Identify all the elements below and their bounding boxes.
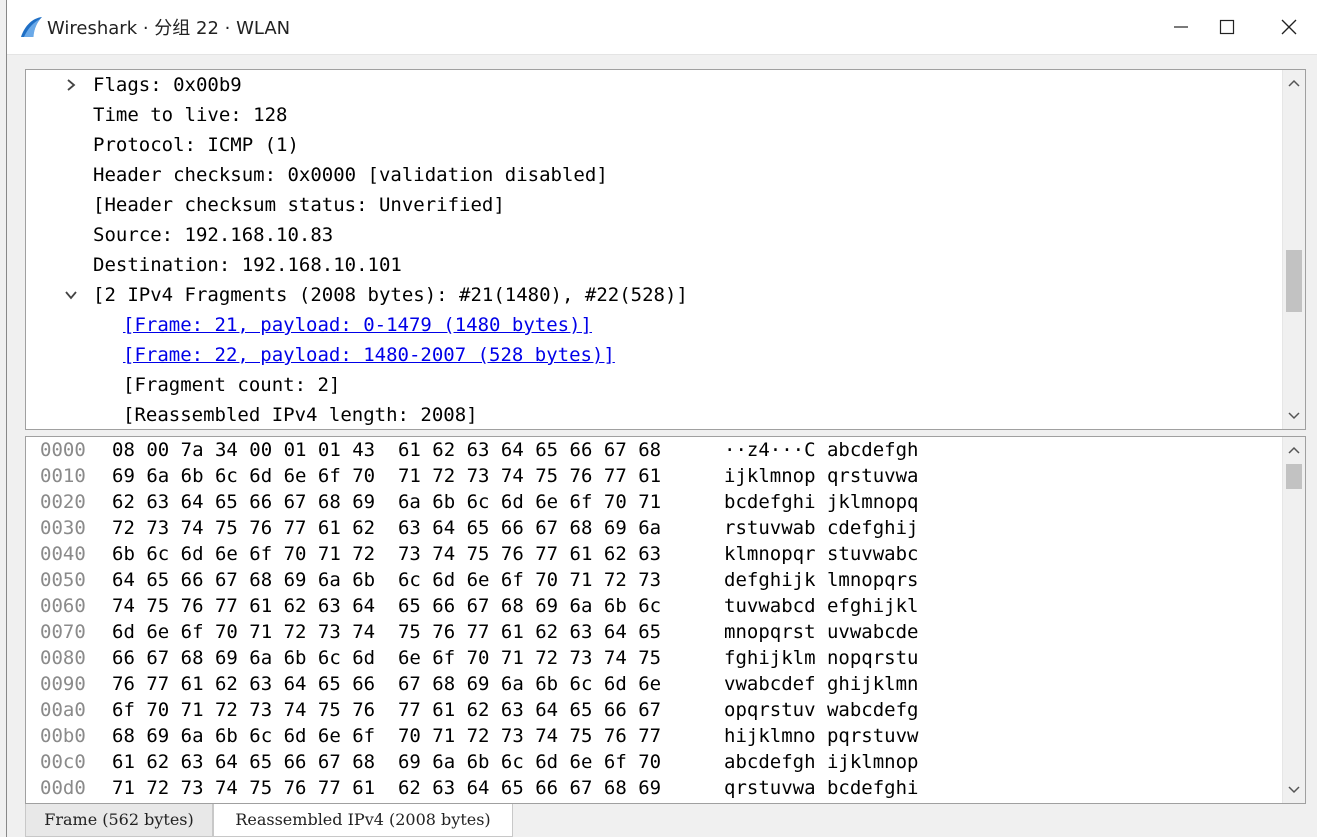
close-button[interactable] [1266,0,1312,54]
hex-ascii[interactable]: hijklmno pqrstuvw [724,723,918,749]
chevron-down-icon [1288,786,1300,794]
close-icon [1281,19,1297,35]
expand-arrow-icon[interactable] [64,78,78,92]
hex-bytes[interactable]: 72 73 74 75 76 77 61 62 63 64 65 66 67 6… [112,515,661,541]
tree-scroll-thumb[interactable] [1286,250,1302,312]
hex-bytes[interactable]: 61 62 63 64 65 66 67 68 69 6a 6b 6c 6d 6… [112,749,661,775]
hex-bytes[interactable]: 6b 6c 6d 6e 6f 70 71 72 73 74 75 76 77 6… [112,541,661,567]
tree-scroll-down-button[interactable] [1283,405,1305,427]
hex-ascii[interactable]: defghijk lmnopqrs [724,567,918,593]
hex-bytes[interactable]: 6f 70 71 72 73 74 75 76 77 61 62 63 64 6… [112,697,661,723]
hex-ascii[interactable]: ··z4···C abcdefgh [724,437,918,463]
hex-bytes[interactable]: 74 75 76 77 61 62 63 64 65 66 67 68 69 6… [112,593,661,619]
tree-item[interactable]: Protocol: ICMP (1) [93,130,299,160]
hex-ascii[interactable]: abcdefgh ijklmnop [724,749,918,775]
chevron-down-icon [1288,412,1300,420]
hex-ascii[interactable]: tuvwabcd efghijkl [724,593,918,619]
tree-item[interactable]: Destination: 192.168.10.101 [93,250,402,280]
tree-scrollbar[interactable] [1282,70,1305,429]
tree-link-item[interactable]: [Frame: 21, payload: 0-1479 (1480 bytes)… [123,310,592,340]
hex-bytes[interactable]: 69 6a 6b 6c 6d 6e 6f 70 71 72 73 74 75 7… [112,463,661,489]
maximize-button[interactable] [1204,0,1250,54]
tab-frame[interactable]: Frame (562 bytes) [25,804,213,837]
hex-offset: 00d0 [40,777,86,799]
hex-offset: 0030 [40,517,86,539]
packet-detail-tree[interactable]: Flags: 0x00b9 Time to live: 128 Protocol: … [25,69,1306,430]
minimize-icon [1174,26,1188,28]
tree-item[interactable]: [Reassembled IPv4 length: 2008] [123,400,478,429]
tree-item[interactable]: [Header checksum status: Unverified] [93,190,505,220]
hex-offset: 0040 [40,543,86,565]
hex-ascii[interactable]: bcdefghi jklmnopq [724,489,918,515]
packet-bytes-pane[interactable]: 0000 08 00 7a 34 00 01 01 43 61 62 63 64 … [25,436,1306,804]
hex-offset: 0050 [40,569,86,591]
hex-offset: 0070 [40,621,86,643]
hex-offset: 0010 [40,465,86,487]
hex-ascii[interactable]: vwabcdef ghijklmn [724,671,918,697]
tree-item[interactable]: [Fragment count: 2] [123,370,340,400]
hex-bytes[interactable]: 68 69 6a 6b 6c 6d 6e 6f 70 71 72 73 74 7… [112,723,661,749]
tree-item[interactable]: Flags: 0x00b9 [93,70,242,100]
hex-ascii[interactable]: qrstuvwa bcdefghi [724,775,918,801]
maximize-icon [1219,19,1235,35]
tab-reassembled-ipv4[interactable]: Reassembled IPv4 (2008 bytes) [213,804,513,837]
hex-ascii[interactable]: rstuvwab cdefghij [724,515,918,541]
hex-bytes[interactable]: 08 00 7a 34 00 01 01 43 61 62 63 64 65 6… [112,437,661,463]
hex-bytes[interactable]: 62 63 64 65 66 67 68 69 6a 6b 6c 6d 6e 6… [112,489,661,515]
hex-ascii[interactable]: klmnopqr stuvwabc [724,541,918,567]
hex-offset: 0090 [40,673,86,695]
hex-offset: 0020 [40,491,86,513]
hex-bytes[interactable]: 6d 6e 6f 70 71 72 73 74 75 76 77 61 62 6… [112,619,661,645]
tree-item[interactable]: Header checksum: 0x0000 [validation disa… [93,160,608,190]
title-bar: Wireshark · 分组 22 · WLAN [7,0,1317,55]
bytes-scroll-down-button[interactable] [1283,779,1305,801]
hex-ascii[interactable]: ijklmnop qrstuvwa [724,463,918,489]
hex-bytes[interactable]: 71 72 73 74 75 76 77 61 62 63 64 65 66 6… [112,775,661,801]
hex-bytes[interactable]: 76 77 61 62 63 64 65 66 67 68 69 6a 6b 6… [112,671,661,697]
bytes-scroll-up-button[interactable] [1283,439,1305,461]
hex-offset: 00b0 [40,725,86,747]
chevron-up-icon [1288,446,1300,454]
packet-window: Wireshark · 分组 22 · WLAN Flags: 0x00b9 Ti… [6,0,1317,837]
hex-offset: 0000 [40,439,86,461]
hex-ascii[interactable]: mnopqrst uvwabcde [724,619,918,645]
hex-offset: 00a0 [40,699,86,721]
hex-bytes[interactable]: 64 65 66 67 68 69 6a 6b 6c 6d 6e 6f 70 7… [112,567,661,593]
hex-offset: 00c0 [40,751,86,773]
hex-bytes[interactable]: 66 67 68 69 6a 6b 6c 6d 6e 6f 70 71 72 7… [112,645,661,671]
hex-ascii[interactable]: opqrstuv wabcdefg [724,697,918,723]
hex-offset: 0060 [40,595,86,617]
chevron-up-icon [1288,79,1300,87]
collapse-arrow-icon[interactable] [64,288,78,302]
tree-item[interactable]: [2 IPv4 Fragments (2008 bytes): #21(1480… [93,280,688,310]
tree-item[interactable]: Time to live: 128 [93,100,287,130]
hex-offset: 0080 [40,647,86,669]
tree-item[interactable]: Source: 192.168.10.83 [93,220,333,250]
minimize-button[interactable] [1158,0,1204,54]
window-title: Wireshark · 分组 22 · WLAN [47,18,291,39]
bytes-scroll-thumb[interactable] [1286,464,1302,489]
bytes-scrollbar[interactable] [1282,437,1305,803]
wireshark-fin-icon [21,17,42,37]
hex-ascii[interactable]: fghijklm nopqrstu [724,645,918,671]
tree-link-item[interactable]: [Frame: 22, payload: 1480-2007 (528 byte… [123,340,615,370]
tree-scroll-up-button[interactable] [1283,72,1305,94]
